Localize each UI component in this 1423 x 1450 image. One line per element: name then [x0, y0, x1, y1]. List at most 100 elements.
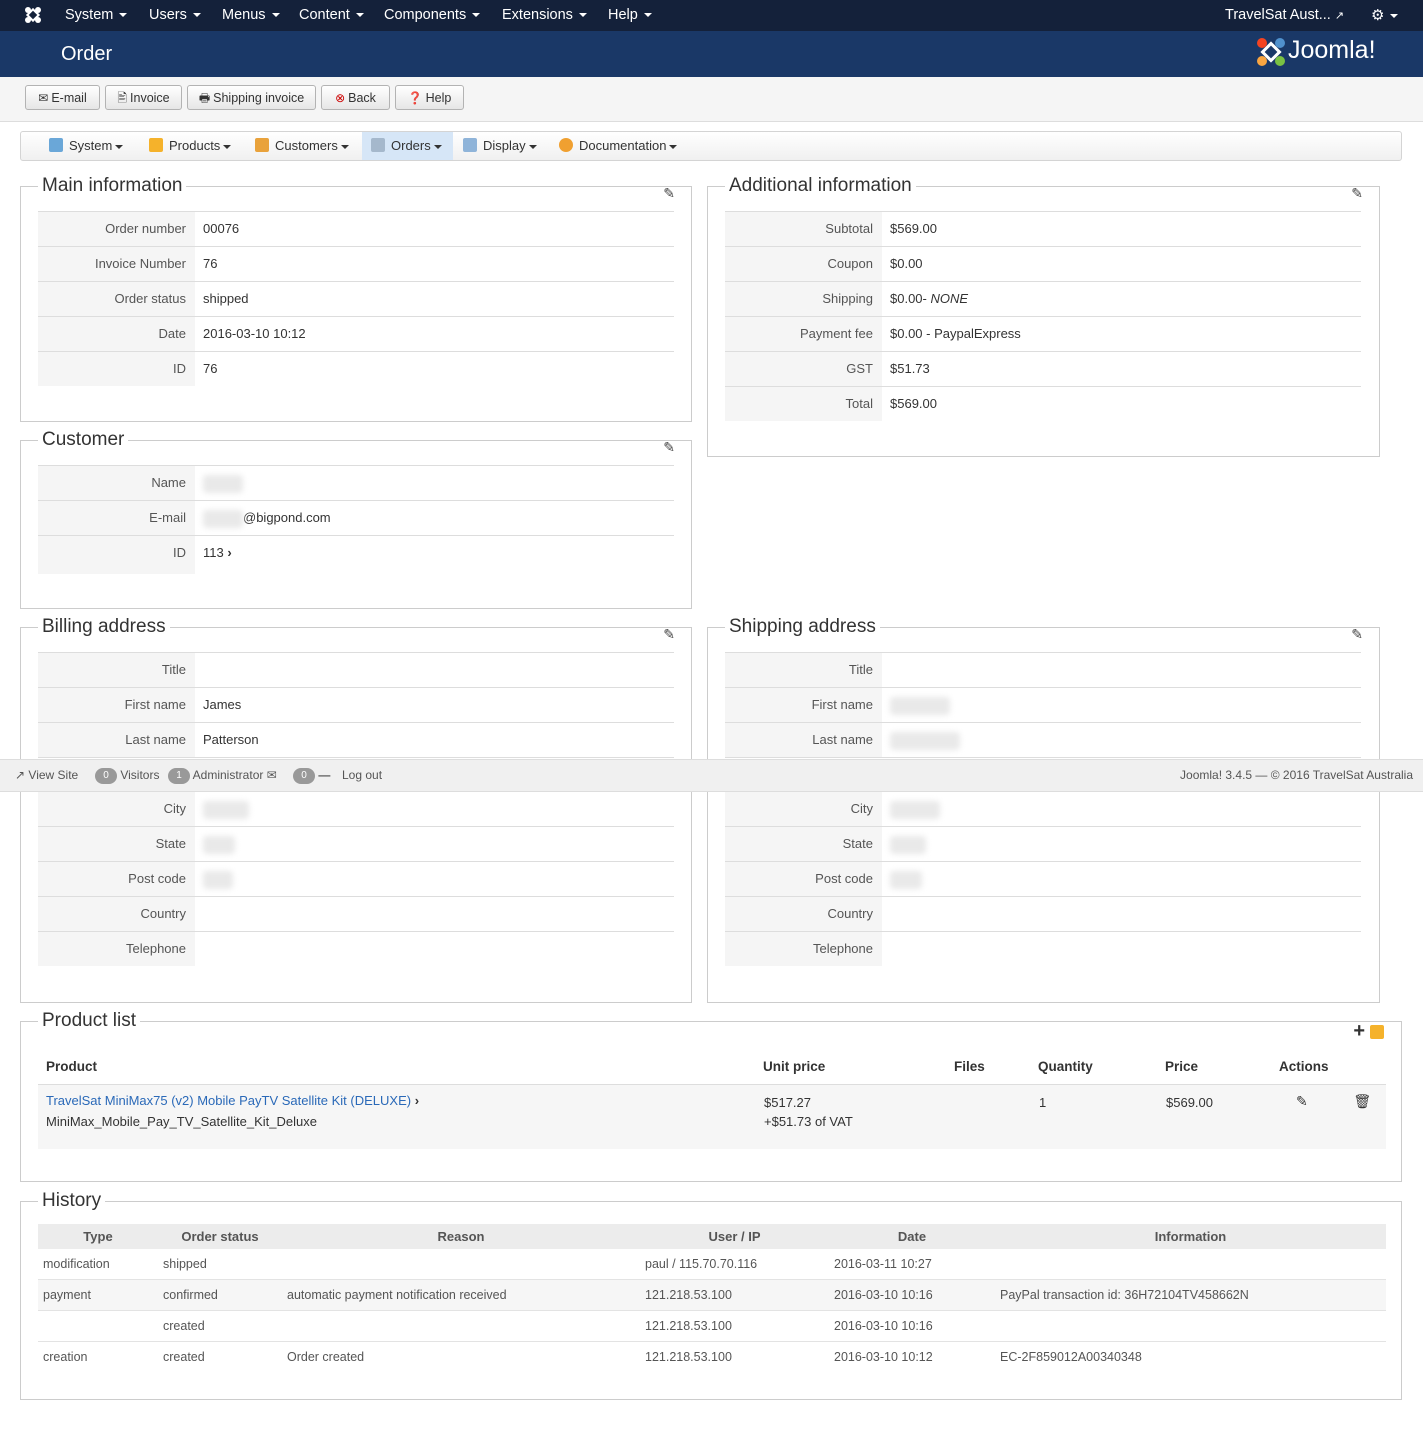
menu-label: Content	[299, 7, 350, 23]
field-label: Payment fee	[725, 317, 882, 351]
product-box-icon[interactable]	[1370, 1025, 1384, 1039]
column-header: Order status	[158, 1224, 282, 1249]
menu-extensions[interactable]: Extensions	[502, 0, 587, 31]
table-header-row: Type Order status Reason User / IP Date …	[38, 1224, 1386, 1249]
field-label: GST	[725, 352, 882, 386]
history-status: created	[158, 1341, 282, 1372]
info-row: Order number 00076	[38, 212, 674, 247]
envelope-icon[interactable]: ✉	[267, 768, 277, 782]
table-row: creation created Order created 121.218.5…	[38, 1341, 1386, 1372]
button-label: Invoice	[130, 91, 170, 105]
main-info-table: Order number 00076 Invoice Number 76 Order…	[38, 211, 674, 386]
printer-icon: 🖶	[198, 91, 211, 105]
pencil-icon[interactable]: ✎	[663, 185, 675, 202]
history-user-ip: 121.218.53.100	[640, 1279, 829, 1311]
shipping-invoice-button[interactable]: 🖶 Shipping invoice	[187, 85, 316, 110]
chevron-down-icon	[643, 13, 652, 18]
field-label: Invoice Number	[38, 247, 195, 281]
info-row: Last name	[725, 723, 1361, 758]
messages-indicator[interactable]: 0 —	[293, 760, 330, 791]
field-value: $569.00	[890, 221, 937, 236]
files-cell	[954, 1085, 1038, 1149]
customer-table: Name E-mail @bigpond.com ID 113 ›	[38, 465, 674, 574]
submenu-products[interactable]: Products	[149, 132, 232, 160]
field-label: Shipping	[725, 282, 882, 316]
email-button[interactable]: ✉ E-mail	[25, 85, 100, 110]
field-value	[203, 466, 243, 500]
view-site-link[interactable]: ↗ View Site	[15, 760, 78, 791]
settings-menu[interactable]: ⚙	[1371, 0, 1399, 31]
chevron-down-icon	[669, 144, 678, 149]
invoice-button[interactable]: 🖹 Invoice	[105, 85, 182, 110]
history-user-ip: 121.218.53.100	[640, 1341, 829, 1372]
info-row: Title	[725, 653, 1361, 688]
menu-content[interactable]: Content	[299, 0, 364, 31]
info-row: Post code	[38, 862, 674, 897]
joomla-logo-icon[interactable]	[24, 6, 42, 24]
products-icon	[149, 138, 163, 152]
submenu-system[interactable]: System	[49, 132, 124, 160]
field-label: Last name	[38, 723, 195, 757]
submenu-label: Display	[483, 138, 526, 153]
info-row: ID 76	[38, 352, 674, 386]
tools-icon	[49, 138, 63, 152]
site-name: TravelSat Aust...	[1225, 7, 1331, 23]
history-status: confirmed	[158, 1279, 282, 1311]
redacted-value	[890, 800, 940, 819]
submenu-documentation[interactable]: Documentation	[559, 132, 678, 160]
price-cell: $569.00	[1166, 1095, 1213, 1110]
logout-link[interactable]: Log out	[342, 760, 382, 791]
button-label: Shipping invoice	[213, 91, 305, 105]
billing-table-top: Title First name James Last name Patterson	[38, 652, 674, 758]
column-header: Files	[954, 1058, 985, 1074]
actions-cell: ✎ 🗑	[1279, 1085, 1386, 1149]
chevron-down-icon	[355, 13, 364, 18]
trash-icon[interactable]: 🗑	[1353, 1093, 1371, 1109]
product-link[interactable]: TravelSat MiniMax75 (v2) Mobile PayTV Sa…	[46, 1093, 411, 1108]
brand-name: Joomla!	[1288, 36, 1376, 64]
info-row: Coupon $0.00	[725, 247, 1361, 282]
info-row: Total $569.00	[725, 387, 1361, 421]
field-value: 113 ›	[203, 536, 232, 570]
history-information	[995, 1249, 1386, 1280]
documentation-icon	[559, 138, 573, 152]
field-label: State	[725, 827, 882, 861]
panel-legend: Billing address	[38, 615, 170, 639]
submenu-display[interactable]: Display	[463, 132, 537, 160]
back-button[interactable]: ⊗ Back	[321, 85, 390, 110]
submenu-customers[interactable]: Customers	[255, 132, 349, 160]
table-row: payment confirmed automatic payment noti…	[38, 1279, 1386, 1311]
history-status: created	[158, 1310, 282, 1342]
panel-legend: Main information	[38, 174, 187, 198]
field-label: ID	[38, 352, 195, 386]
chevron-right-icon[interactable]: ›	[227, 545, 231, 560]
menu-help[interactable]: Help	[608, 0, 652, 31]
menu-system[interactable]: System	[65, 0, 128, 31]
pencil-icon[interactable]: ✎	[1351, 626, 1363, 643]
pencil-icon[interactable]: ✎	[1351, 185, 1363, 202]
menu-label: Users	[149, 7, 187, 23]
shipping-cost: $0.00-	[890, 291, 931, 306]
menu-components[interactable]: Components	[384, 0, 481, 31]
add-product-icon[interactable]: +	[1353, 1020, 1365, 1043]
pencil-icon[interactable]: ✎	[663, 626, 675, 643]
history-type: payment	[38, 1279, 158, 1311]
history-table: Type Order status Reason User / IP Date …	[38, 1224, 1386, 1372]
chevron-right-icon[interactable]: ›	[415, 1093, 419, 1108]
info-row: Post code	[725, 862, 1361, 897]
menu-users[interactable]: Users	[149, 0, 201, 31]
site-link[interactable]: TravelSat Aust... ↗	[1225, 0, 1344, 31]
help-button[interactable]: ❓ Help	[395, 85, 464, 110]
field-value: $0.00 - PaypalExpress	[890, 326, 1021, 341]
field-label: Name	[38, 466, 195, 500]
menu-menus[interactable]: Menus	[222, 0, 280, 31]
submenu-orders[interactable]: Orders	[362, 132, 453, 160]
pencil-icon[interactable]: ✎	[663, 439, 675, 456]
history-type: creation	[38, 1341, 158, 1372]
field-label: Post code	[38, 862, 195, 896]
info-row: Country	[725, 897, 1361, 932]
pencil-icon[interactable]: ✎	[1296, 1093, 1308, 1109]
chevron-down-icon	[192, 13, 201, 18]
field-value	[203, 792, 249, 826]
field-value: @bigpond.com	[203, 501, 331, 535]
